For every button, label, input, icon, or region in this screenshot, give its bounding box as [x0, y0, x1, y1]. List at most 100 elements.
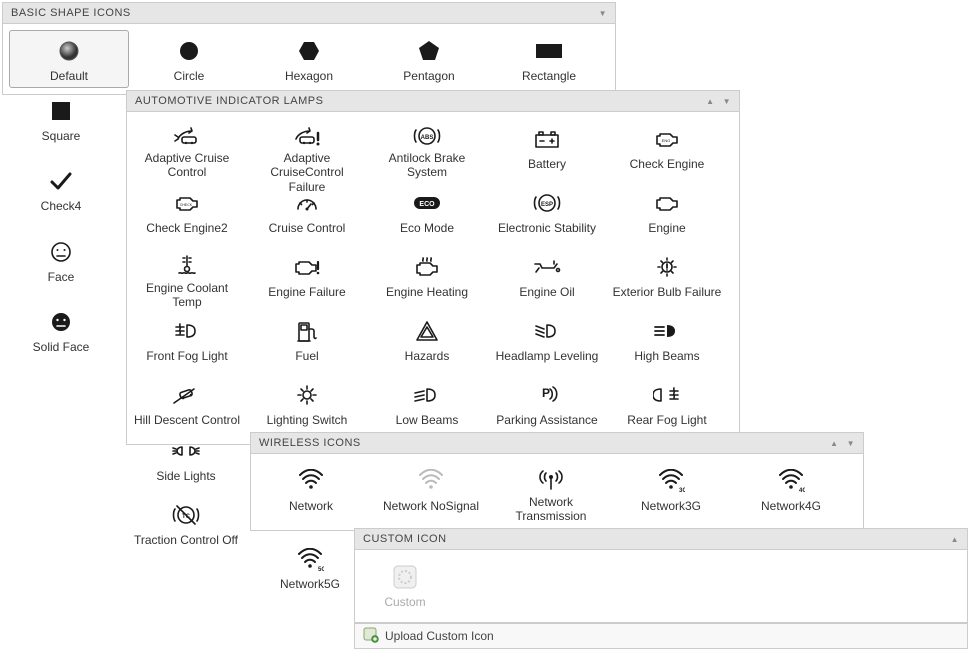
cruise-control-icon — [250, 189, 364, 217]
icon-item-network4g[interactable]: 4GNetwork4G — [731, 460, 851, 524]
icon-item-hill-descent-control[interactable]: Hill Descent Control — [127, 374, 247, 438]
icon-label: Engine — [648, 221, 685, 235]
icon-label: Exterior Bulb Failure — [613, 285, 722, 299]
icon-item-pentagon[interactable]: Pentagon — [369, 30, 489, 88]
icon-item-network-transmission[interactable]: Network Transmission — [491, 460, 611, 524]
icon-item-check4[interactable]: Check4 — [6, 160, 116, 224]
panel-collapse-controls[interactable] — [951, 534, 959, 544]
icon-item-hexagon[interactable]: Hexagon — [249, 30, 369, 88]
icon-item-engine-oil[interactable]: Engine Oil — [487, 246, 607, 310]
network3g-icon: 3G — [614, 467, 728, 495]
icon-item-default[interactable]: Default — [9, 30, 129, 88]
chevron-down-icon[interactable] — [723, 96, 731, 106]
icon-item-check-engine[interactable]: ENGCheck Engine — [607, 118, 727, 182]
chevron-down-icon[interactable] — [847, 438, 855, 448]
panel-header-auto: AUTOMOTIVE INDICATOR LAMPS — [127, 91, 739, 112]
icon-item-check-engine2[interactable]: CHECKCheck Engine2 — [127, 182, 247, 246]
chevron-down-icon[interactable] — [599, 8, 607, 18]
panel-collapse-controls[interactable] — [706, 96, 731, 106]
svg-text:4G: 4G — [799, 488, 805, 493]
icon-label: Check Engine — [630, 157, 705, 171]
icon-label: Face — [48, 270, 75, 284]
icon-item-exterior-bulb-failure[interactable]: Exterior Bulb Failure — [607, 246, 727, 310]
icon-label: Battery — [528, 157, 566, 171]
icon-item-battery[interactable]: Battery — [487, 118, 607, 182]
icon-item-adaptive-cruise[interactable]: Adaptive Cruise Control — [127, 118, 247, 182]
icon-item-lighting-switch[interactable]: Lighting Switch — [247, 374, 367, 438]
check-engine2-icon: CHECK — [130, 189, 244, 217]
panel-wireless-side-column: 5GNetwork5G — [250, 540, 370, 596]
panel-basic-side-column: Square Check4 Face Solid Face — [2, 90, 120, 366]
panel-wireless-icons: WIRELESS ICONS NetworkNetwork NoSignalNe… — [250, 432, 864, 531]
icon-item-network5g[interactable]: 5GNetwork5G — [250, 540, 370, 596]
icon-item-network-nosignal[interactable]: Network NoSignal — [371, 460, 491, 524]
icon-item-abs[interactable]: ABSAntilock Brake System — [367, 118, 487, 182]
icon-item-engine[interactable]: Engine — [607, 182, 727, 246]
icon-item-side-lights[interactable]: Side Lights — [126, 430, 246, 494]
chevron-up-icon[interactable] — [951, 534, 959, 544]
engine-heating-icon — [370, 253, 484, 281]
upload-icon — [363, 627, 379, 646]
icon-item-engine-failure[interactable]: Engine Failure — [247, 246, 367, 310]
icon-item-headlamp-leveling[interactable]: Headlamp Leveling — [487, 310, 607, 374]
panel-custom-icon: CUSTOM ICON Custom — [354, 528, 968, 623]
adaptive-cruise-failure-icon — [250, 125, 364, 147]
icon-item-rectangle[interactable]: Rectangle — [489, 30, 609, 88]
panel-collapse-controls[interactable] — [830, 438, 855, 448]
icon-item-circle[interactable]: Circle — [129, 30, 249, 88]
icon-item-network3g[interactable]: 3GNetwork3G — [611, 460, 731, 524]
icon-item-engine-heating[interactable]: Engine Heating — [367, 246, 487, 310]
icon-label: Engine Coolant Temp — [132, 281, 242, 310]
icon-item-low-beams[interactable]: Low Beams — [367, 374, 487, 438]
icon-label: Pentagon — [403, 69, 454, 83]
panel-title: BASIC SHAPE ICONS — [11, 7, 131, 19]
icon-item-hazards[interactable]: Hazards — [367, 310, 487, 374]
icon-item-square[interactable]: Square — [6, 90, 116, 154]
icon-item-network[interactable]: Network — [251, 460, 371, 524]
low-beams-icon — [370, 381, 484, 409]
chevron-up-icon[interactable] — [830, 438, 838, 448]
icon-label: Low Beams — [396, 413, 459, 427]
icon-label: Rear Fog Light — [627, 413, 706, 427]
icon-label: Circle — [174, 69, 205, 83]
icon-item-solid-face[interactable]: Solid Face — [6, 301, 116, 365]
headlamp-leveling-icon — [490, 317, 604, 345]
square-icon — [9, 97, 113, 125]
icon-item-eco-mode[interactable]: ECOEco Mode — [367, 182, 487, 246]
panel-header-custom: CUSTOM ICON — [355, 529, 967, 550]
icon-item-face[interactable]: Face — [6, 231, 116, 295]
panel-title: AUTOMOTIVE INDICATOR LAMPS — [135, 95, 323, 107]
icon-label: Cruise Control — [269, 221, 346, 235]
hazards-icon — [370, 317, 484, 345]
icon-label: Hill Descent Control — [134, 413, 240, 427]
icon-item-engine-coolant-temp[interactable]: Engine Coolant Temp — [127, 246, 247, 310]
chevron-up-icon[interactable] — [706, 96, 714, 106]
panel-title: CUSTOM ICON — [363, 533, 447, 545]
network-icon — [254, 467, 368, 495]
icon-item-cruise-control[interactable]: Cruise Control — [247, 182, 367, 246]
icon-label: Solid Face — [33, 340, 90, 354]
icon-item-high-beams[interactable]: High Beams — [607, 310, 727, 374]
battery-icon — [490, 125, 604, 153]
panel-automotive-indicator-lamps: AUTOMOTIVE INDICATOR LAMPS Adaptive Crui… — [126, 90, 740, 445]
icon-item-traction-control-off[interactable]: TCTraction Control Off — [126, 494, 246, 558]
icon-item-custom[interactable]: Custom — [355, 556, 455, 614]
engine-icon — [610, 189, 724, 217]
network5g-icon: 5G — [253, 547, 367, 573]
svg-text:P: P — [542, 386, 550, 400]
icon-label: Headlamp Leveling — [496, 349, 599, 363]
icon-item-fuel[interactable]: Fuel — [247, 310, 367, 374]
icon-item-electronic-stability[interactable]: ESPElectronic Stability — [487, 182, 607, 246]
fuel-icon — [250, 317, 364, 345]
upload-label: Upload Custom Icon — [385, 629, 494, 643]
upload-custom-icon-button[interactable]: Upload Custom Icon — [354, 623, 968, 649]
icon-label: Check4 — [41, 199, 82, 213]
icon-item-rear-fog-light[interactable]: Rear Fog Light — [607, 374, 727, 438]
engine-failure-icon — [250, 253, 364, 281]
panel-collapse-controls[interactable] — [599, 8, 607, 18]
icon-item-parking-assistance[interactable]: PParking Assistance — [487, 374, 607, 438]
icon-item-front-fog-light[interactable]: Front Fog Light — [127, 310, 247, 374]
side-lights-icon — [129, 437, 243, 465]
icon-label: Lighting Switch — [267, 413, 348, 427]
icon-item-adaptive-cruise-failure[interactable]: Adaptive CruiseControl Failure — [247, 118, 367, 182]
